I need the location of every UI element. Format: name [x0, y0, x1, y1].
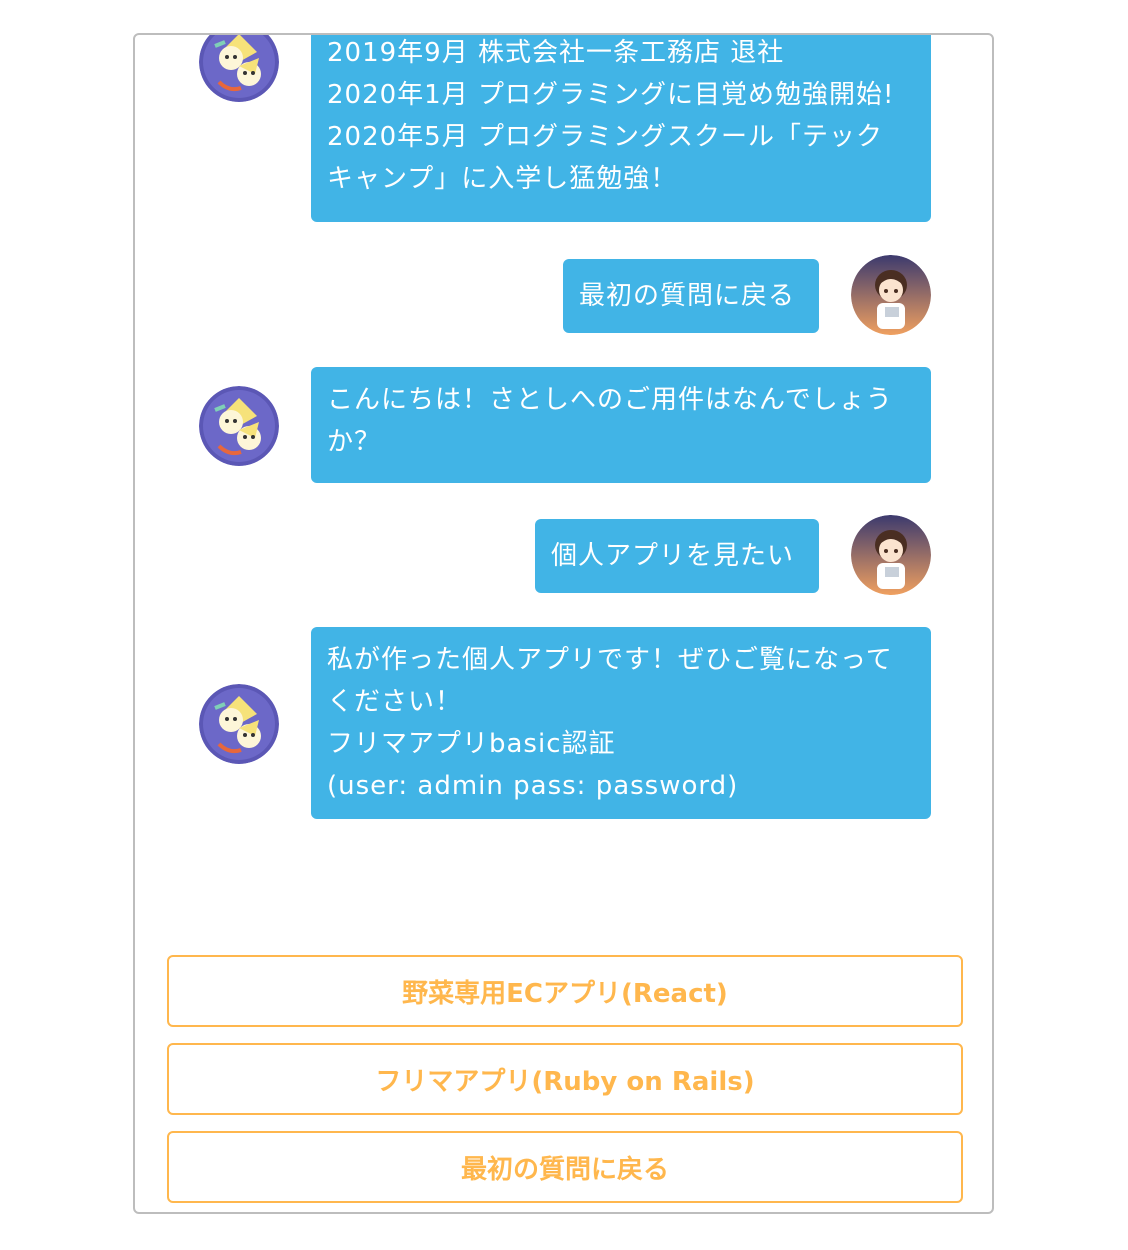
bot-message-bubble: 2019年9月 株式会社一条工務店 退社 2020年1月 プログラミングに目覚め… — [311, 35, 931, 222]
option-button-vegetable-ec-app[interactable]: 野菜専用ECアプリ(React) — [167, 955, 963, 1027]
user-message-bubble: 個人アプリを見たい — [535, 519, 819, 593]
option-button-flea-market-app[interactable]: フリマアプリ(Ruby on Rails) — [167, 1043, 963, 1115]
user-message-bubble: 最初の質問に戻る — [563, 259, 819, 333]
user-avatar-icon — [851, 255, 931, 335]
bot-message-bubble: こんにちは！さとしへのご用件はなんでしょう か？ — [311, 367, 931, 483]
message-line: 2020年5月 プログラミングスクール「テック — [327, 122, 883, 152]
message-line: キャンプ」に入学し猛勉強！ — [327, 164, 678, 194]
bot-avatar-icon — [199, 386, 279, 466]
message-line: (user: admin pass: password) — [327, 771, 739, 801]
user-avatar-icon — [851, 515, 931, 595]
bot-avatar-icon — [199, 35, 279, 102]
bot-avatar-icon — [199, 684, 279, 764]
bot-message-bubble: 私が作った個人アプリです！ぜひご覧になって ください！ フリマアプリbasic認… — [311, 627, 931, 819]
message-line: こんにちは！さとしへのご用件はなんでしょう — [327, 385, 893, 415]
message-line: 個人アプリを見たい — [551, 541, 795, 571]
chat-window: 2019年9月 株式会社一条工務店 退社 2020年1月 プログラミングに目覚め… — [133, 33, 994, 1214]
message-line: 私が作った個人アプリです！ぜひご覧になって — [327, 645, 893, 675]
message-line: ください！ — [327, 687, 463, 717]
message-line: 2020年1月 プログラミングに目覚め勉強開始! — [327, 80, 895, 110]
message-line: か？ — [327, 427, 382, 457]
option-button-back-to-first-question[interactable]: 最初の質問に戻る — [167, 1131, 963, 1203]
message-link[interactable]: フリマアプリbasic認証 — [327, 723, 915, 765]
message-line: 2019年9月 株式会社一条工務店 退社 — [327, 38, 785, 68]
message-line: 最初の質問に戻る — [579, 281, 796, 311]
message-list[interactable]: 2019年9月 株式会社一条工務店 退社 2020年1月 プログラミングに目覚め… — [135, 35, 992, 955]
